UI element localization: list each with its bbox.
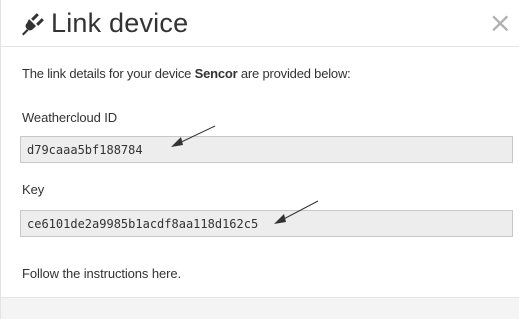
link-device-dialog: Link device × The link details for your … [0, 0, 519, 319]
annotation-arrow-id [171, 125, 216, 147]
weathercloud-id-field[interactable] [20, 136, 513, 163]
instructions-prefix: Follow the instructions [22, 266, 152, 281]
plug-icon [22, 13, 44, 36]
intro-prefix: The link details for your device [22, 66, 195, 81]
close-icon[interactable]: × [489, 9, 512, 37]
instructions-text: Follow the instructions here. [22, 266, 181, 281]
instructions-link[interactable]: here [152, 266, 178, 281]
device-name: Sencor [194, 66, 238, 81]
intro-text: The link details for your device Sencor … [22, 66, 351, 81]
weathercloud-id-label: Weathercloud ID [22, 110, 118, 125]
key-field[interactable] [20, 210, 513, 237]
annotation-arrow-key [274, 200, 319, 224]
intro-suffix: are provided below: [237, 66, 351, 81]
dialog-header: Link device × [1, 0, 519, 47]
key-label: Key [22, 182, 45, 197]
instructions-suffix: . [177, 266, 181, 281]
dialog-footer [1, 297, 519, 319]
dialog-title: Link device [51, 8, 189, 38]
